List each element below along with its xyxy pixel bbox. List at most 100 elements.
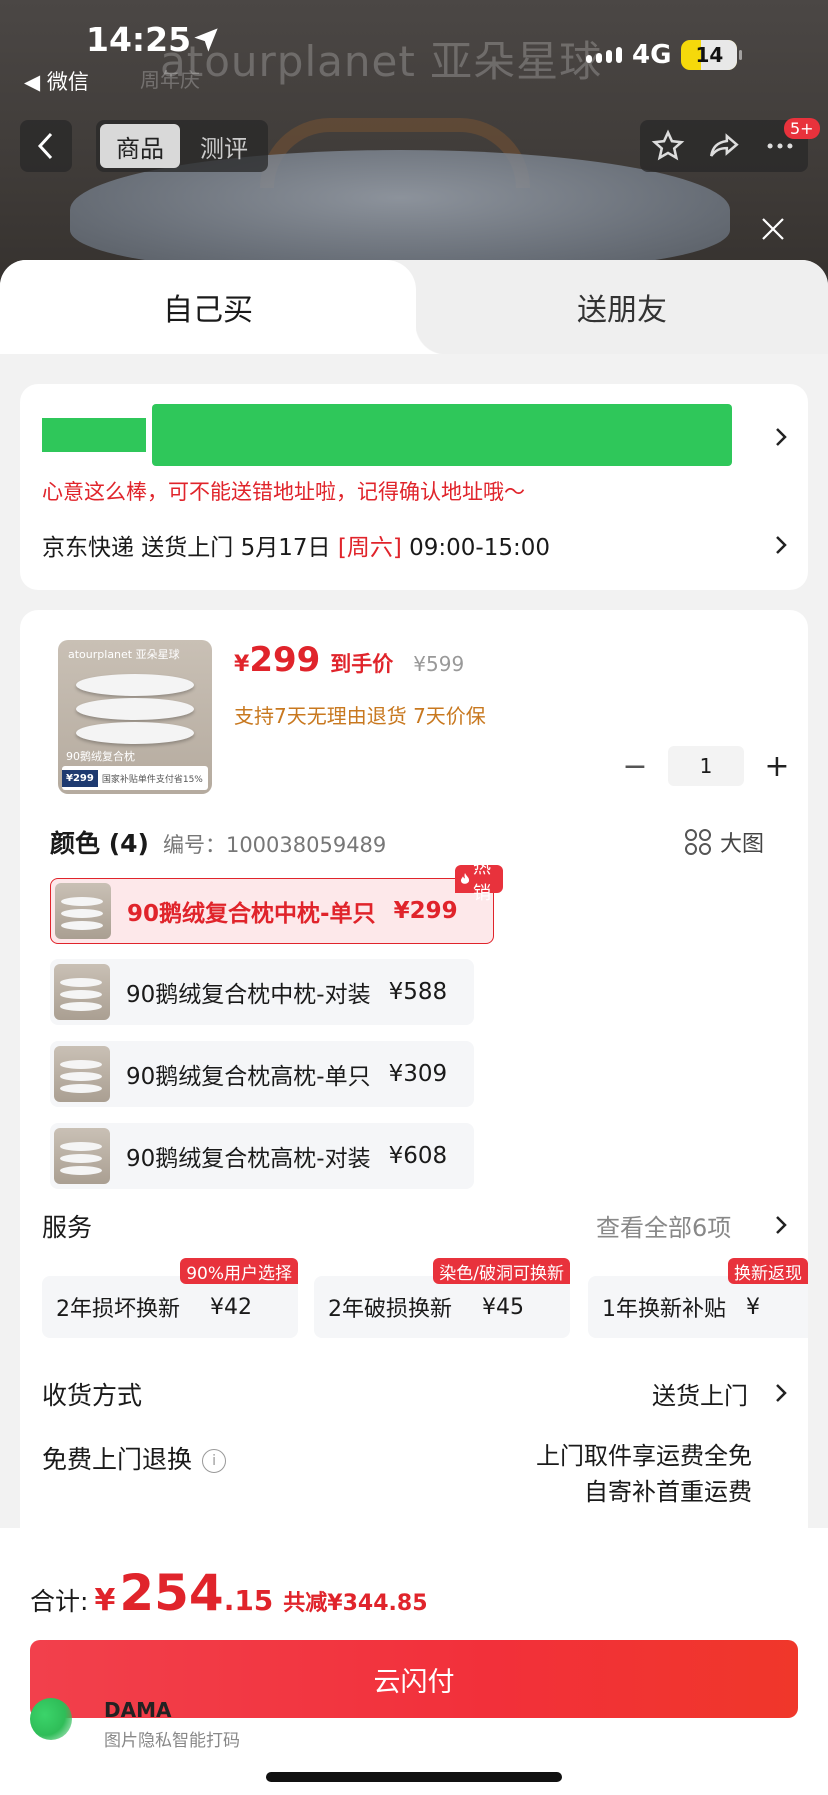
chevron-right-icon [776,1216,787,1234]
back-to-app-link[interactable]: ◀ 微信 [24,66,89,96]
color-header: 颜色 (4) 编号：100038059489 [50,824,386,860]
service-name: 2年破损换新 [328,1297,452,1322]
variant-name: 90鹅绒复合枕中枕-单只 [127,901,376,927]
service-badge: 90%用户选择 [180,1258,298,1284]
pillow-graphic [76,674,194,696]
variant-option[interactable]: 90鹅绒复合枕高枕-单只 ¥309 [50,1041,474,1107]
chevron-left-icon [37,132,53,160]
chevron-right-icon [776,1384,787,1402]
variant-thumbnail [54,964,110,1020]
back-button[interactable] [20,120,72,172]
shipping-day: [周六] [337,535,402,561]
shipping-time: 09:00-15:00 [401,535,550,561]
service-price: ¥ [746,1294,760,1320]
network-type: 4G [632,40,672,70]
total-integer: 254 [119,1564,224,1622]
service-name: 1年换新补贴 [602,1297,726,1322]
decrease-button[interactable]: − [620,749,650,784]
hot-sale-badge: 热销 [455,857,503,904]
shipping-prefix: 京东快递 送货上门 5月17日 [42,535,338,561]
quantity-value[interactable]: 1 [668,746,744,786]
service-option[interactable]: 2年损坏换新 ¥42 90%用户选择 [42,1258,298,1338]
variant-thumbnail [55,883,111,939]
close-icon[interactable] [758,214,788,244]
purchase-mode-tabs: 自己买 送朋友 [0,260,828,354]
total-decimal: .15 [223,1584,274,1617]
back-app-label: 微信 [46,70,89,94]
variant-option[interactable]: 90鹅绒复合枕中枕-对装 ¥588 [50,959,474,1025]
chevron-right-icon [776,536,787,554]
signal-icon [586,47,622,63]
thumb-subsidy-text: 国家补贴单件支付省15% [101,774,203,785]
price-row: ¥ 299 到手价 ¥599 [234,640,464,680]
redacted-name [42,418,146,452]
total-currency: ¥ [94,1583,116,1618]
return-line-2: 自寄补首重运费 [584,1478,752,1506]
address-card[interactable]: 心意这么棒，可不能送错地址啦，记得确认地址哦～ 京东快递 送货上门 5月17日 … [20,384,808,590]
flame-icon [460,873,470,884]
status-time: 14:25 [86,20,192,59]
star-icon[interactable] [651,129,685,163]
home-indicator[interactable] [266,1772,562,1782]
service-badge: 换新返现 [728,1258,808,1284]
product-thumbnail[interactable]: atourplanet 亚朵星球 90鹅绒复合枕 ¥299 国家补贴单件支付省15… [58,640,212,794]
increase-button[interactable]: + [762,749,792,784]
top-tab-bar: 商品 测评 [96,120,268,172]
variant-option[interactable]: 90鹅绒复合枕高枕-对装 ¥608 [50,1123,474,1189]
view-all-services[interactable]: 查看全部6项 [596,1208,731,1243]
sku-number: 编号：100038059489 [162,833,387,857]
service-price: ¥45 [482,1294,524,1320]
service-option[interactable]: 1年换新补贴 ¥ 换新返现 [588,1258,808,1338]
variant-thumbnail [54,1128,110,1184]
variant-thumbnail [54,1046,110,1102]
address-warning: 心意这么棒，可不能送错地址啦，记得确认地址哦～ [42,480,525,504]
final-price-tag: 到手价 [330,652,394,676]
info-icon[interactable]: i [202,1449,227,1473]
share-icon[interactable] [707,129,741,163]
color-title: 颜色 (4) [50,829,149,858]
hero-anniversary-text: 周年庆 [140,68,200,92]
variant-name: 90鹅绒复合枕中枕-对装 [126,982,371,1008]
quantity-stepper: − 1 + [620,746,792,786]
tab-reviews[interactable]: 测评 [184,124,264,168]
grid-icon [685,829,711,855]
delivery-method-label: 收货方式 [42,1381,143,1410]
thumb-brand: atourplanet 亚朵星球 [68,648,180,661]
tab-gift-friend[interactable]: 送朋友 [416,260,828,354]
big-image-label: 大图 [720,832,765,857]
status-indicators: 4G 14 [586,40,743,70]
total-price: 合计: ¥ 254 .15 共减¥344.85 [30,1564,428,1622]
variant-name: 90鹅绒复合枕高枕-单只 [126,1064,371,1090]
tab-product[interactable]: 商品 [100,124,180,168]
free-return-row: 免费上门退换 i [42,1440,227,1476]
hot-sale-label: 热销 [473,857,491,904]
final-price: 299 [249,640,321,680]
watermark-title: DAMA [104,1698,172,1722]
location-arrow-icon [194,28,218,52]
product-card: atourplanet 亚朵星球 90鹅绒复合枕 ¥299 国家补贴单件支付省15… [20,610,808,1550]
original-price: ¥599 [413,652,465,676]
thumb-price: ¥299 [62,769,98,787]
delivery-method-value[interactable]: 送货上门 [652,1376,748,1411]
thumb-subsidy-bar: ¥299 国家补贴单件支付省15% [62,766,208,790]
pillow-graphic [76,722,194,744]
watermark-subtitle: 图片隐私智能打码 [104,1731,240,1751]
battery-level: 14 [695,43,724,67]
services-title: 服务 [42,1213,93,1242]
variant-option[interactable]: 90鹅绒复合枕中枕-单只 ¥299 热销 [50,857,503,944]
return-line-1: 上门取件享运费全免 [536,1442,752,1470]
service-option[interactable]: 2年破损换新 ¥45 染色/破洞可换新 [314,1258,570,1338]
service-promise: 支持7天无理由退货 7天价保 [234,704,486,728]
variant-price: ¥299 [393,898,458,924]
tab-buy-for-self[interactable]: 自己买 [0,260,446,354]
chevron-right-icon [776,428,787,446]
shipping-info[interactable]: 京东快递 送货上门 5月17日 [周六] 09:00-15:00 [42,528,550,562]
service-badge: 染色/破洞可换新 [433,1258,570,1284]
big-image-button[interactable]: 大图 [684,826,764,858]
variant-price: ¥588 [388,979,448,1005]
hero-brand-text: atourplanet 亚朵星球 [160,37,603,86]
checkout-footer: 合计: ¥ 254 .15 共减¥344.85 云闪付 DAMA 图片隐私智能打… [0,1528,828,1795]
thumb-label: 90鹅绒复合枕 [66,750,135,763]
top-actions [640,120,808,172]
variant-name: 90鹅绒复合枕高枕-对装 [126,1146,371,1172]
